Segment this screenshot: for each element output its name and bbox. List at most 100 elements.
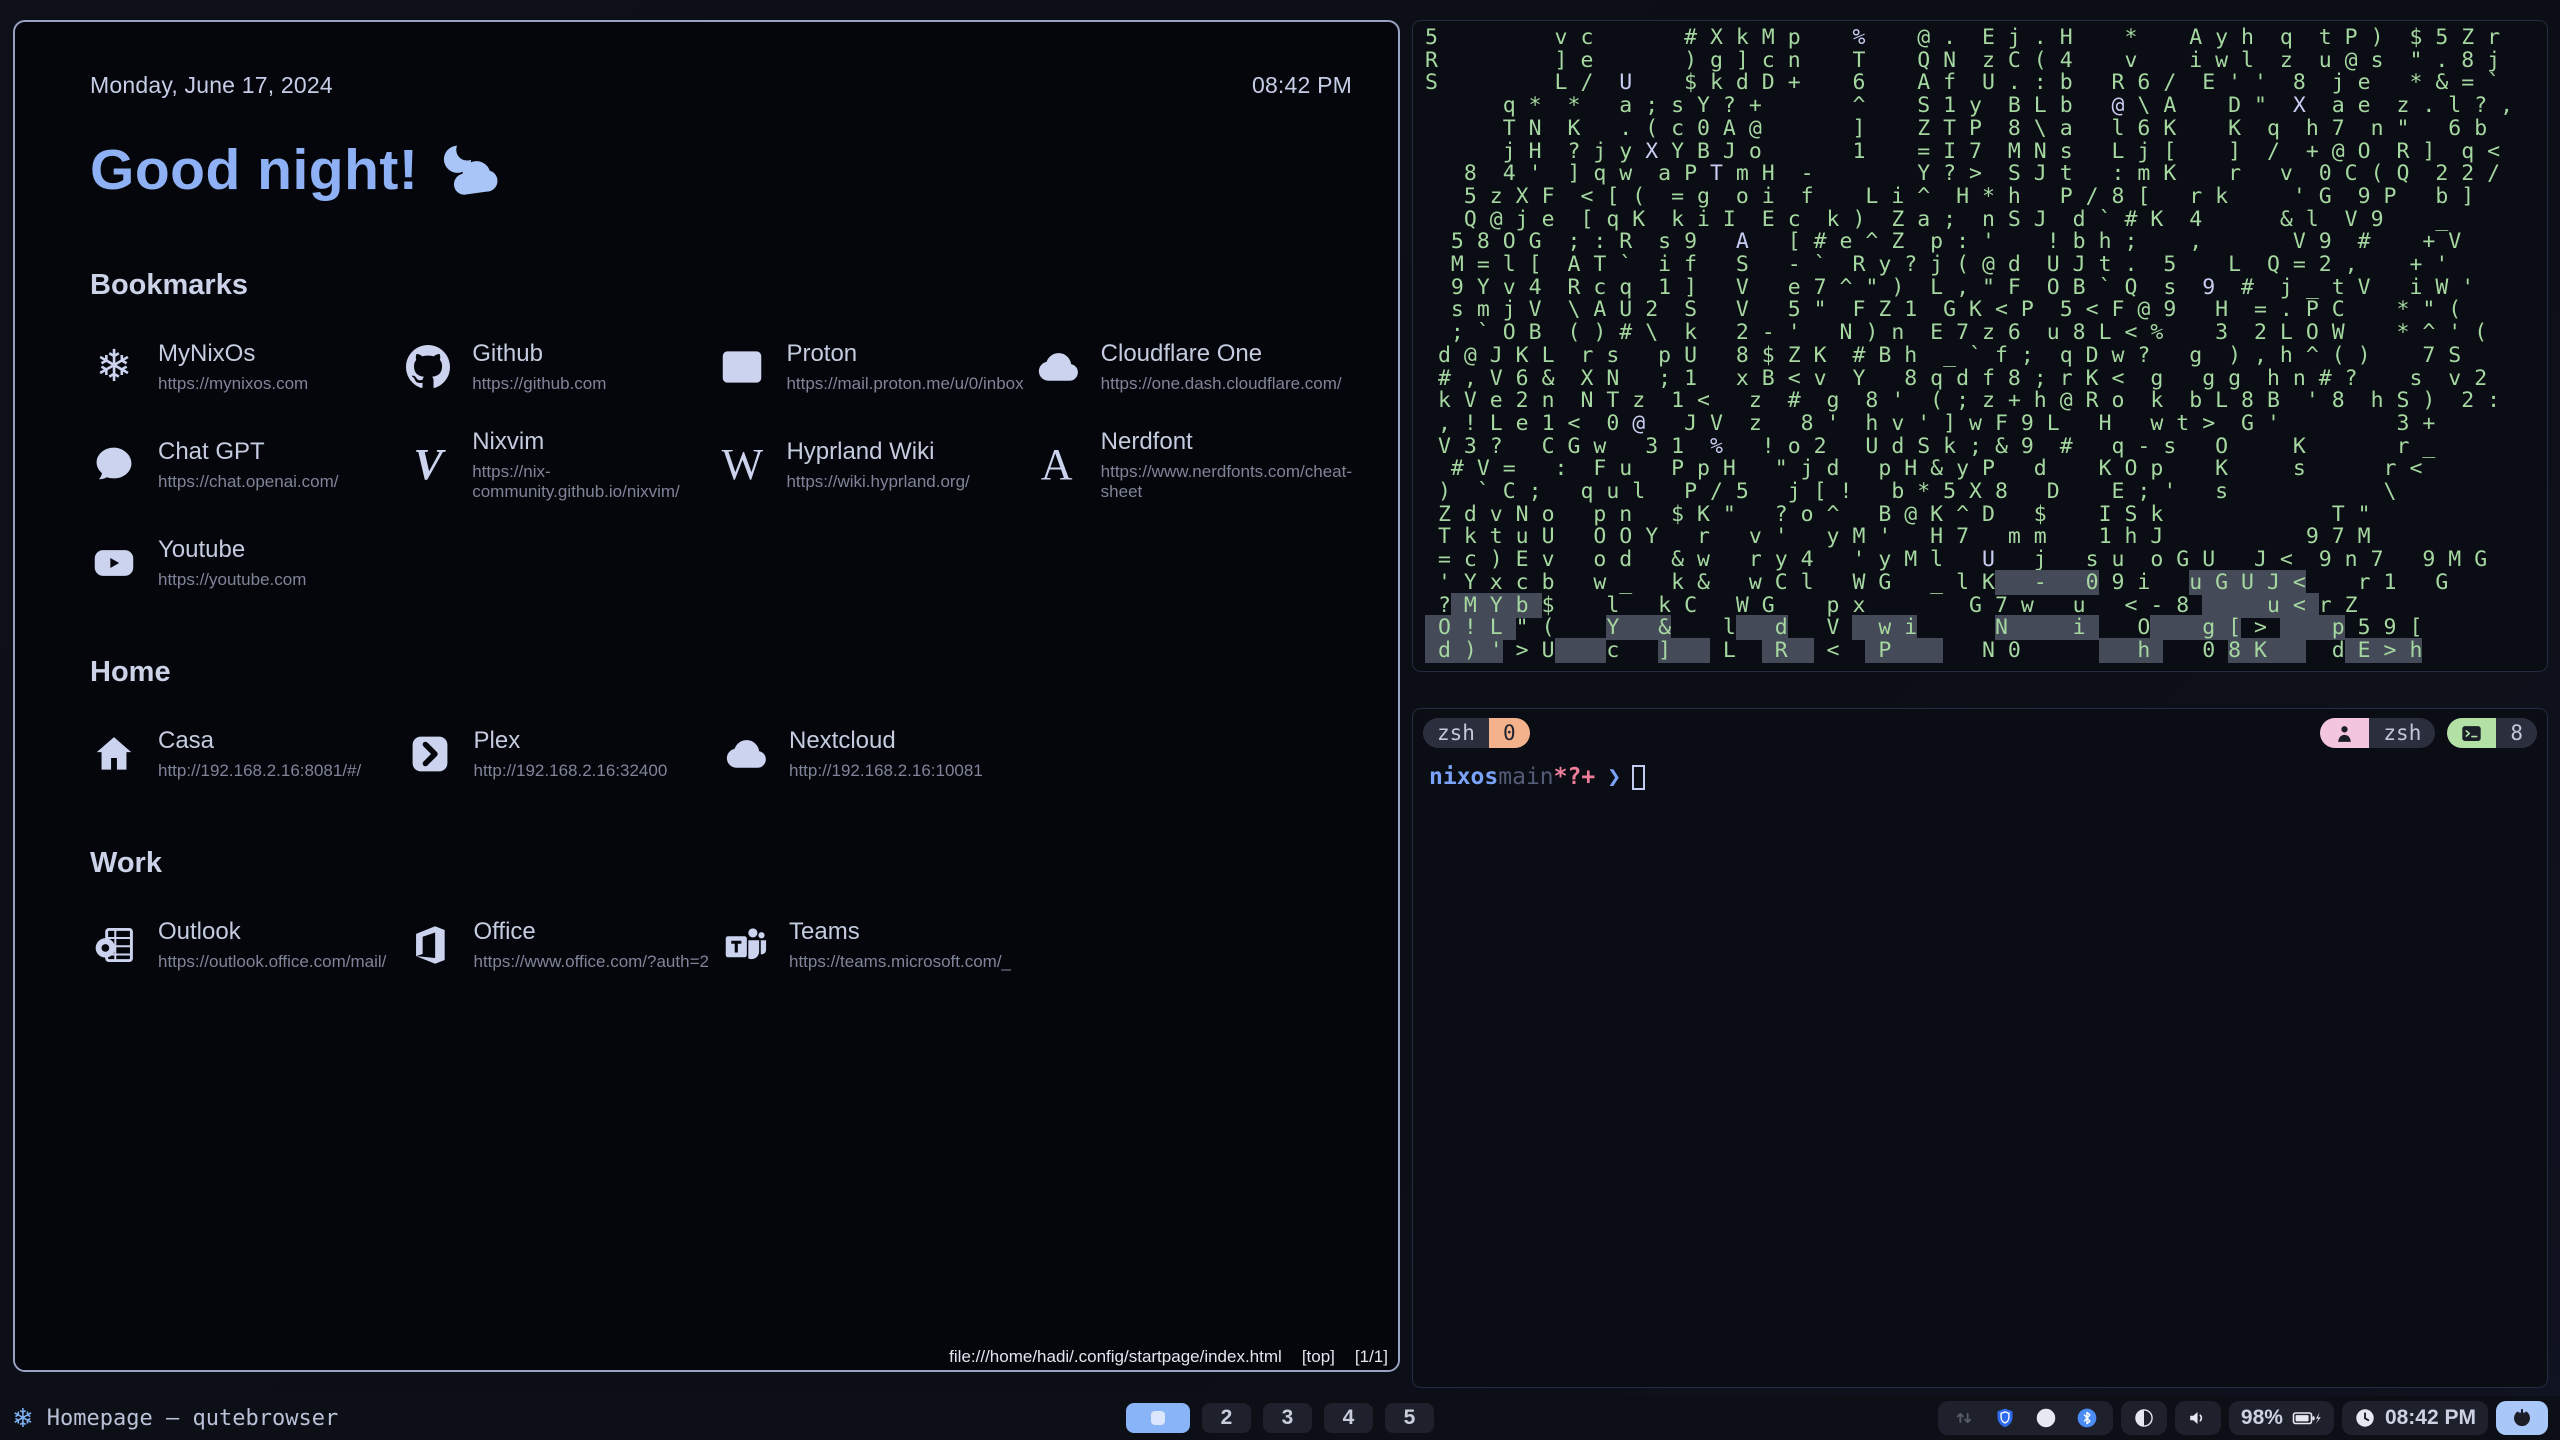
home-icon — [90, 730, 138, 778]
tmux-pane-pill[interactable]: 8 — [2447, 718, 2537, 748]
section-title: Bookmarks — [90, 269, 1352, 302]
prompt-git-branch: main — [1498, 764, 1553, 790]
bookmark-url: https://wiki.hyprland.org/ — [786, 472, 969, 492]
tmux-window-name: zsh — [1423, 718, 1489, 748]
bookmark-item[interactable]: Plexhttp://192.168.2.16:32400 — [406, 727, 722, 781]
qutebrowser-statusbar: file:///home/hadi/.config/startpage/inde… — [15, 1343, 1398, 1370]
bookmark-url: https://teams.microsoft.com/_ — [789, 952, 1011, 972]
bookmark-item[interactable]: ANerdfonthttps://www.nerdfonts.com/cheat… — [1033, 428, 1352, 502]
bookmark-item[interactable]: Casahttp://192.168.2.16:8081/#/ — [90, 727, 406, 781]
bookmark-item[interactable]: Protonhttps://mail.proton.me/u/0/inbox — [718, 340, 1032, 394]
desktop: Monday, June 17, 2024 08:42 PM Good nigh… — [0, 0, 2560, 1440]
shell-terminal-window[interactable]: zsh 0 zsh 8 nixos main *?+ ❯ — [1412, 708, 2548, 1388]
bookmark-url: http://192.168.2.16:10081 — [789, 761, 983, 781]
person-icon — [2320, 718, 2369, 748]
statusbar-tab-index: [1/1] — [1355, 1347, 1388, 1367]
cloud-icon — [721, 730, 769, 778]
bookmark-item[interactable]: Chat GPT https://chat.openai.com/ — [90, 428, 404, 502]
power-icon — [2511, 1407, 2533, 1429]
battery-icon — [2292, 1406, 2322, 1430]
clock-widget[interactable]: 08:42 PM — [2342, 1401, 2488, 1435]
taskbar: ❄ Homepage — qutebrowser 2345 98% — [0, 1396, 2560, 1440]
shell-prompt[interactable]: nixos main *?+ ❯ — [1413, 748, 2547, 806]
bookmark-item[interactable]: VNixvimhttps://nix-community.github.io/n… — [404, 428, 718, 502]
taskbar-time: 08:42 PM — [2385, 1406, 2476, 1430]
volume-icon — [2187, 1407, 2209, 1429]
nixvim-icon: V — [404, 441, 452, 489]
prompt-host: nixos — [1429, 764, 1498, 790]
bookmark-name: Youtube — [158, 536, 306, 564]
bluetooth-icon[interactable] — [2076, 1407, 2098, 1429]
outlook-icon — [90, 921, 138, 969]
bookmark-url: https://mail.proton.me/u/0/inbox — [786, 374, 1023, 394]
bookmark-item[interactable]: Officehttps://www.office.com/?auth=2 — [406, 918, 722, 972]
check-circle-icon[interactable] — [2035, 1407, 2057, 1429]
statusbar-scroll-position: [top] — [1302, 1347, 1335, 1367]
tmux-window-pill[interactable]: zsh 0 — [1423, 718, 1530, 748]
bookmark-item[interactable]: Nextcloud http://192.168.2.16:10081 — [721, 727, 1037, 781]
tmux-status-left: zsh 0 — [1423, 718, 1530, 748]
shield-icon[interactable] — [1994, 1407, 2016, 1429]
matrix-rain: 5 v c # X k M p % @ . E j . H * A y h q … — [1413, 21, 2547, 669]
bookmark-item[interactable]: Youtubehttps://youtube.com — [90, 536, 404, 590]
tmux-status-bar: zsh 0 zsh 8 — [1413, 709, 2547, 748]
tmux-window-index-badge: 0 — [1489, 718, 1530, 748]
bookmark-name: Chat GPT — [158, 438, 339, 466]
bookmark-grid: Outlookhttps://outlook.office.com/mail/O… — [90, 918, 1352, 972]
bookmark-item[interactable]: Outlookhttps://outlook.office.com/mail/ — [90, 918, 406, 972]
bookmark-name: Hyprland Wiki — [786, 438, 969, 466]
nerdfont-icon: A — [1033, 441, 1081, 489]
bookmark-item[interactable]: WHyprland Wikihttps://wiki.hyprland.org/ — [718, 428, 1032, 502]
startpage: Monday, June 17, 2024 08:42 PM Good nigh… — [15, 22, 1398, 1370]
bookmark-url: https://one.dash.cloudflare.com/ — [1101, 374, 1342, 394]
tmux-pane-count: 8 — [2496, 718, 2537, 748]
prompt-git-status: *?+ — [1554, 764, 1596, 790]
bookmark-name: Cloudflare One — [1101, 340, 1342, 368]
date-label: Monday, June 17, 2024 — [90, 72, 333, 99]
youtube-icon — [90, 539, 138, 587]
tmux-session-name: zsh — [2369, 718, 2435, 748]
bookmark-grid: ❄MyNixOshttps://mynixos.com Github https:/… — [90, 340, 1352, 590]
workspace-button-4[interactable]: 4 — [1324, 1403, 1373, 1433]
night-light-icon — [2133, 1407, 2155, 1429]
tmux-status-right: zsh 8 — [2320, 718, 2537, 748]
workspace-button-2[interactable]: 2 — [1202, 1403, 1251, 1433]
bookmark-name: Nixvim — [472, 428, 718, 456]
bookmark-name: Casa — [158, 727, 361, 755]
workspace-button-1[interactable] — [1126, 1403, 1190, 1433]
active-workspace-dot — [1151, 1411, 1165, 1425]
bookmark-url: http://192.168.2.16:32400 — [474, 761, 668, 781]
night-light-toggle[interactable] — [2121, 1401, 2167, 1435]
volume-control[interactable] — [2175, 1401, 2221, 1435]
bookmark-grid: Casahttp://192.168.2.16:8081/#/Plexhttp:… — [90, 727, 1352, 781]
bookmark-item[interactable]: Teamshttps://teams.microsoft.com/_ — [721, 918, 1037, 972]
moon-cloud-icon — [434, 142, 500, 198]
workspace-switcher: 2345 — [1126, 1403, 1434, 1433]
mail-icon — [718, 343, 766, 391]
bookmark-url: https://chat.openai.com/ — [158, 472, 339, 492]
taskbar-left: ❄ Homepage — qutebrowser — [12, 1405, 1126, 1431]
system-tray[interactable] — [1938, 1401, 2113, 1435]
qutebrowser-window[interactable]: Monday, June 17, 2024 08:42 PM Good nigh… — [13, 20, 1400, 1372]
network-arrows-icon[interactable] — [1953, 1407, 1975, 1429]
workspace-button-3[interactable]: 3 — [1263, 1403, 1312, 1433]
topline: Monday, June 17, 2024 08:42 PM — [90, 72, 1352, 99]
workspace-button-5[interactable]: 5 — [1385, 1403, 1434, 1433]
clock-icon — [2354, 1407, 2376, 1429]
bookmark-url: https://www.office.com/?auth=2 — [474, 952, 709, 972]
bookmark-item[interactable]: ❄MyNixOshttps://mynixos.com — [90, 340, 404, 394]
tmux-session-pill[interactable]: zsh — [2320, 718, 2435, 748]
greeting-text: Good night! — [90, 137, 418, 203]
bookmark-name: Github — [472, 340, 606, 368]
section-work: WorkOutlookhttps://outlook.office.com/ma… — [90, 847, 1352, 972]
bookmark-url: https://github.com — [472, 374, 606, 394]
matrix-terminal-window[interactable]: 5 v c # X k M p % @ . E j . H * A y h q … — [1412, 20, 2548, 672]
bookmark-item[interactable]: Github https://github.com — [404, 340, 718, 394]
bookmark-name: Nextcloud — [789, 727, 983, 755]
statusbar-url: file:///home/hadi/.config/startpage/inde… — [949, 1347, 1282, 1367]
battery-indicator[interactable]: 98% — [2229, 1401, 2334, 1435]
power-button[interactable] — [2496, 1401, 2548, 1435]
greeting: Good night! — [90, 137, 1352, 203]
bookmark-item[interactable]: Cloudflare One https://one.dash.cloudflar… — [1033, 340, 1352, 394]
section-title: Home — [90, 656, 1352, 689]
